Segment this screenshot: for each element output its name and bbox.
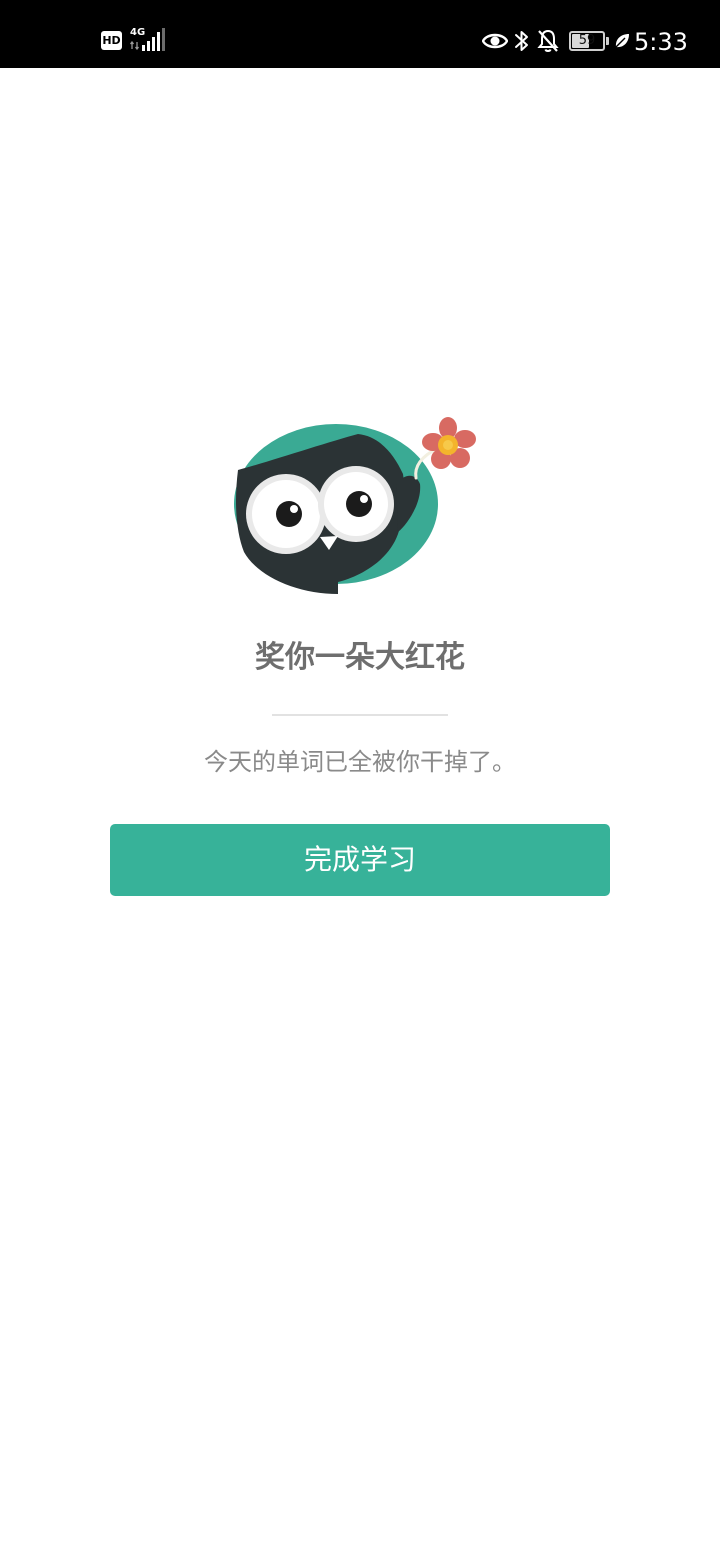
battery-level-text: 59 bbox=[578, 33, 596, 48]
owl-mascot-image bbox=[234, 417, 476, 594]
data-activity-icon bbox=[130, 41, 140, 50]
battery-cap bbox=[606, 37, 609, 45]
bell-off-icon bbox=[537, 29, 559, 52]
battery-icon: 59 bbox=[569, 31, 605, 51]
hd-badge: HD bbox=[101, 31, 122, 50]
bluetooth-icon bbox=[515, 31, 528, 51]
completion-message: 今天的单词已全被你干掉了。 bbox=[204, 748, 516, 776]
eye-icon bbox=[482, 33, 508, 49]
signal-strength-icon bbox=[142, 28, 165, 51]
clock: 5:33 bbox=[634, 28, 688, 56]
power-saving-leaf-icon bbox=[615, 34, 629, 48]
reward-title: 奖你一朵大红花 bbox=[255, 640, 465, 675]
status-bar: HD 4G 59 5:33 bbox=[0, 0, 720, 68]
finish-study-button[interactable]: 完成学习 bbox=[110, 824, 610, 896]
divider bbox=[272, 714, 448, 716]
